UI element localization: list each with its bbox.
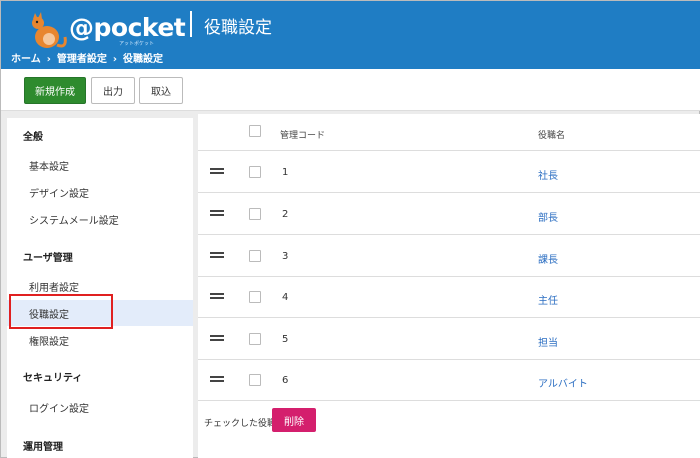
breadcrumb-admin-settings[interactable]: 管理者設定 bbox=[57, 54, 107, 65]
drag-handle-icon[interactable] bbox=[210, 252, 224, 258]
drag-handle-icon[interactable] bbox=[210, 210, 224, 216]
column-header-name: 役職名 bbox=[538, 131, 566, 141]
app-header: @pocket アットポケット 役職設定 ホーム › 管理者設定 › 役職設定 bbox=[1, 1, 700, 69]
breadcrumb-home[interactable]: ホーム bbox=[11, 54, 41, 65]
select-all-checkbox[interactable] bbox=[249, 125, 261, 137]
toolbar: 新規作成 出力 取込 bbox=[1, 69, 700, 111]
row-name-link[interactable]: 部長 bbox=[538, 209, 558, 224]
table-row: 3 課長 bbox=[198, 236, 700, 277]
table-row: 2 部長 bbox=[198, 194, 700, 235]
breadcrumb: ホーム › 管理者設定 › 役職設定 bbox=[11, 50, 163, 65]
logo-subtext: アットポケット bbox=[119, 41, 155, 47]
sidebar-item-design-settings[interactable]: デザイン設定 bbox=[7, 179, 193, 205]
sidebar-item-basic-settings[interactable]: 基本設定 bbox=[7, 152, 193, 178]
row-code: 4 bbox=[282, 292, 289, 303]
table-header: 管理コード 役職名 bbox=[198, 114, 700, 151]
app-logo[interactable]: @pocket アットポケット bbox=[11, 7, 186, 48]
sidebar-item-login-settings[interactable]: ログイン設定 bbox=[7, 394, 193, 420]
highlight-box bbox=[9, 294, 113, 329]
row-checkbox[interactable] bbox=[249, 250, 261, 262]
row-name-link[interactable]: 社長 bbox=[538, 167, 558, 182]
row-code: 3 bbox=[282, 251, 289, 262]
position-table-panel: 管理コード 役職名 1 社長 2 部長 3 課長 4 主任 5 担当 6 アルバ… bbox=[198, 114, 700, 458]
title-divider bbox=[190, 11, 192, 37]
row-code: 2 bbox=[282, 209, 289, 220]
sidebar-item-permission-settings[interactable]: 権限設定 bbox=[7, 327, 193, 353]
row-name-link[interactable]: 担当 bbox=[538, 334, 558, 349]
breadcrumb-separator: › bbox=[46, 54, 51, 65]
drag-handle-icon[interactable] bbox=[210, 293, 224, 299]
page-title: 役職設定 bbox=[204, 18, 272, 38]
table-row: 6 アルバイト bbox=[198, 360, 700, 401]
table-row: 5 担当 bbox=[198, 319, 700, 360]
column-header-code: 管理コード bbox=[280, 131, 326, 141]
sidebar-item-system-mail-settings[interactable]: システムメール設定 bbox=[7, 206, 193, 232]
table-row: 1 社長 bbox=[198, 152, 700, 193]
drag-handle-icon[interactable] bbox=[210, 376, 224, 382]
sidebar-heading-user-management: ユーザ管理 bbox=[23, 253, 73, 264]
drag-handle-icon[interactable] bbox=[210, 168, 224, 174]
drag-handle-icon[interactable] bbox=[210, 335, 224, 341]
row-checkbox[interactable] bbox=[249, 374, 261, 386]
row-name-link[interactable]: アルバイト bbox=[538, 375, 588, 390]
row-checkbox[interactable] bbox=[249, 166, 261, 178]
export-button[interactable]: 出力 bbox=[91, 77, 135, 104]
sidebar-heading-general: 全般 bbox=[23, 132, 43, 143]
row-code: 6 bbox=[282, 375, 289, 386]
import-button[interactable]: 取込 bbox=[139, 77, 183, 104]
row-checkbox[interactable] bbox=[249, 291, 261, 303]
new-button[interactable]: 新規作成 bbox=[24, 77, 86, 104]
row-checkbox[interactable] bbox=[249, 333, 261, 345]
sidebar-heading-security: セキュリティ bbox=[23, 373, 83, 384]
breadcrumb-separator: › bbox=[112, 54, 117, 65]
delete-button[interactable]: 削除 bbox=[272, 408, 316, 432]
table-row: 4 主任 bbox=[198, 277, 700, 318]
row-checkbox[interactable] bbox=[249, 208, 261, 220]
sidebar: 全般 基本設定 デザイン設定 システムメール設定 ユーザ管理 利用者設定 役職設… bbox=[7, 118, 193, 458]
row-name-link[interactable]: 主任 bbox=[538, 292, 558, 307]
sidebar-heading-operations: 運用管理 bbox=[23, 442, 63, 453]
row-name-link[interactable]: 課長 bbox=[538, 251, 558, 266]
row-code: 1 bbox=[282, 167, 289, 178]
logo-text: @pocket bbox=[69, 13, 186, 42]
row-code: 5 bbox=[282, 334, 289, 345]
breadcrumb-current: 役職設定 bbox=[122, 54, 163, 65]
kangaroo-logo-icon bbox=[32, 12, 67, 48]
